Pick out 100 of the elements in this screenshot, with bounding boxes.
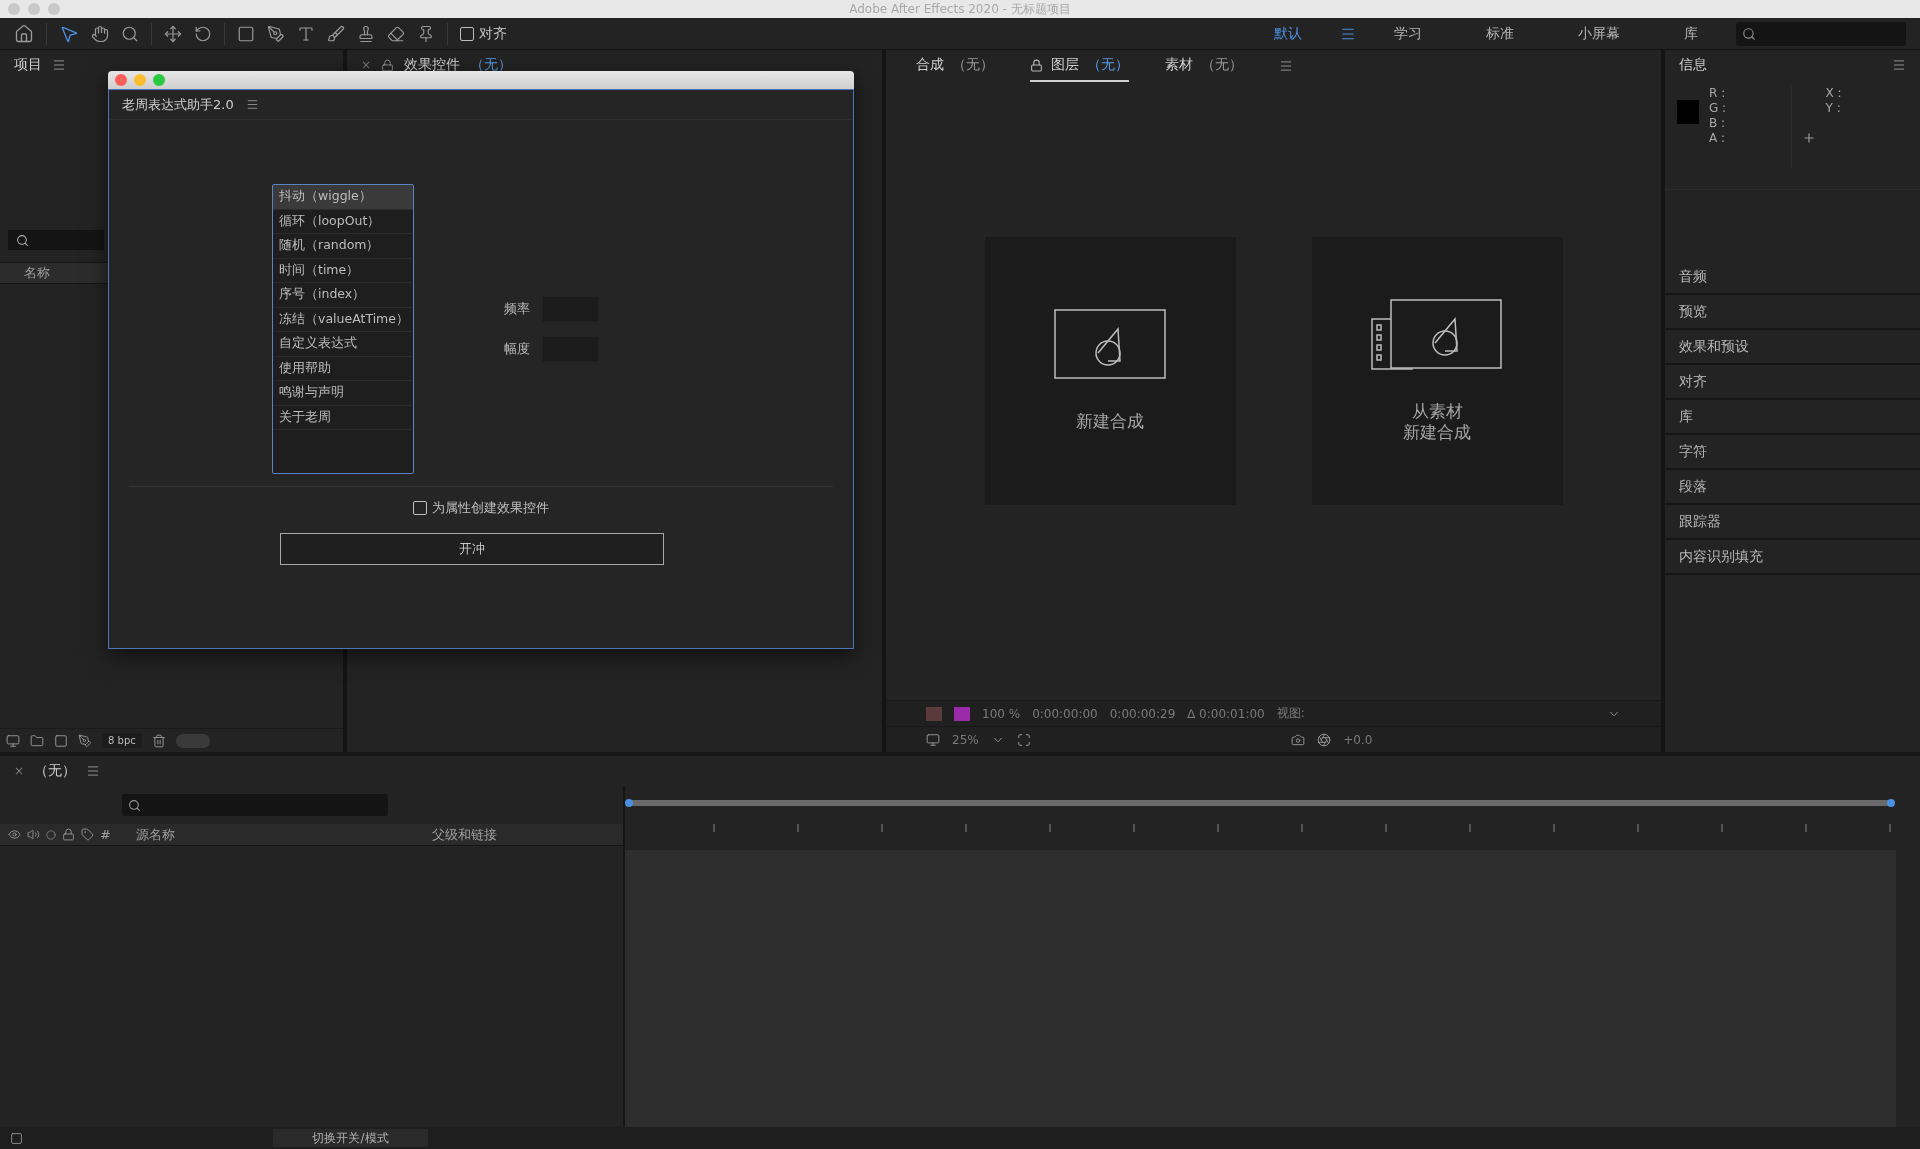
exposure-value[interactable]: +0.0	[1343, 732, 1373, 747]
color-sample	[1677, 100, 1699, 124]
crosshair-icon	[1801, 130, 1816, 145]
viewer-tab[interactable]: 合成 （无）	[916, 50, 994, 82]
column-header: 父级和链接	[432, 825, 497, 844]
panel-section[interactable]: 字符	[1665, 435, 1920, 470]
column-header: 名称	[24, 264, 50, 282]
list-item[interactable]: 鸣谢与声明	[273, 381, 413, 406]
camera-icon[interactable]	[1291, 732, 1306, 747]
menu-icon[interactable]	[245, 98, 259, 111]
viewer-tab[interactable]: 图层 （无）	[1030, 50, 1129, 82]
rectangle-tool-icon[interactable]	[237, 24, 255, 43]
effect-controls-checkbox[interactable]: 为属性创建效果控件	[413, 499, 549, 517]
bit-depth-label[interactable]: 8 bpc	[102, 733, 142, 748]
aperture-icon[interactable]	[1317, 732, 1332, 747]
menu-icon[interactable]	[1892, 58, 1906, 72]
rotate-tool-icon[interactable]	[194, 24, 212, 43]
panel-section[interactable]: 音频	[1665, 260, 1920, 295]
panel-section[interactable]: 段落	[1665, 470, 1920, 505]
monitor-icon[interactable]	[926, 732, 940, 747]
panel-title: 项目	[14, 56, 42, 74]
window-close-control[interactable]	[115, 74, 127, 86]
color-swatch[interactable]	[954, 706, 970, 721]
menu-icon[interactable]	[1279, 59, 1293, 73]
search-field[interactable]	[8, 230, 104, 250]
column-header: 源名称	[136, 825, 176, 844]
brush-tool-icon[interactable]	[327, 24, 345, 43]
list-item[interactable]: 时间（time）	[273, 258, 413, 283]
search-field[interactable]	[1736, 21, 1906, 46]
apply-button[interactable]: 开冲	[280, 533, 664, 565]
list-item[interactable]: 使用帮助	[273, 356, 413, 381]
list-item[interactable]: 循环（loopOut）	[273, 209, 413, 234]
panel-section[interactable]: 效果和预设	[1665, 330, 1920, 365]
list-item[interactable]: 关于老周	[273, 405, 413, 430]
folder-icon[interactable]	[30, 733, 44, 748]
tag-icon[interactable]	[81, 828, 94, 841]
toggle-switches-button[interactable]: 切换开关/模式	[273, 1129, 428, 1147]
film-shapes-icon	[1371, 298, 1503, 371]
move-tool-icon[interactable]	[164, 24, 182, 43]
position-label: X :	[1825, 86, 1843, 101]
eye-icon[interactable]	[8, 828, 21, 841]
dot-icon[interactable]	[46, 829, 56, 840]
channel-label: G :	[1709, 101, 1728, 116]
workspace-tab[interactable]: 学习	[1368, 24, 1448, 43]
speaker-icon[interactable]	[27, 828, 40, 841]
panel-section[interactable]: 内容识别填充	[1665, 540, 1920, 575]
field-label: 幅度	[504, 340, 530, 358]
channel-label: R :	[1709, 86, 1727, 101]
column-header: #	[100, 827, 112, 842]
workspace-tab[interactable]: 默认	[1248, 24, 1328, 43]
workspace-tab[interactable]: 小屏幕	[1552, 24, 1646, 43]
pin-tool-icon[interactable]	[417, 24, 435, 43]
search-icon	[16, 233, 29, 247]
panel-section[interactable]: 对齐	[1665, 365, 1920, 400]
card-label: 新建合成	[1076, 411, 1144, 433]
stamp-tool-icon[interactable]	[357, 24, 375, 43]
hand-tool-icon[interactable]	[91, 24, 109, 43]
panel-title: 效果控件	[404, 56, 461, 74]
panel-section[interactable]: 预览	[1665, 295, 1920, 330]
menu-icon[interactable]	[86, 764, 101, 778]
dialog-title: 老周表达式助手2.0	[122, 95, 234, 114]
workspace-tab[interactable]: 标准	[1460, 24, 1540, 43]
panel-section[interactable]: 跟踪器	[1665, 505, 1920, 540]
pen-tool-icon[interactable]	[267, 24, 285, 43]
out-point-time[interactable]: 0:00:00:29	[1109, 706, 1176, 721]
search-icon	[128, 798, 141, 812]
list-item[interactable]: 自定义表达式	[273, 332, 413, 357]
zoom-readout[interactable]: 100 %	[982, 706, 1021, 721]
in-point-time[interactable]: 0:00:00:00	[1032, 706, 1098, 721]
card-label: 从素材 新建合成	[1403, 400, 1471, 444]
list-item[interactable]: 随机（random）	[273, 234, 413, 259]
list-item[interactable]: 抖动（wiggle）	[273, 185, 413, 210]
field-label: 频率	[504, 300, 530, 318]
new-composition-card[interactable]: 从素材 新建合成	[1311, 237, 1563, 505]
panel-title: （无）	[34, 762, 77, 780]
menu-icon[interactable]	[52, 58, 66, 72]
viewer-tab[interactable]: 素材 （无）	[1165, 50, 1243, 82]
lock-icon[interactable]	[381, 58, 395, 72]
pen-icon[interactable]	[78, 733, 92, 748]
lock-icon[interactable]	[1030, 58, 1043, 72]
list-item[interactable]: 冻结（valueAtTime）	[273, 307, 413, 332]
eraser-tool-icon[interactable]	[387, 24, 405, 43]
close-icon[interactable]: ×	[14, 764, 25, 778]
color-swatch[interactable]	[926, 706, 942, 721]
search-field[interactable]	[122, 794, 388, 816]
zoom-tool-icon[interactable]	[121, 24, 139, 43]
duration-time: ∆ 0:00:01:00	[1187, 706, 1265, 721]
type-tool-icon[interactable]	[297, 24, 315, 43]
magnification-dropdown[interactable]: 25%	[952, 732, 979, 747]
new-composition-card[interactable]: 新建合成	[984, 237, 1236, 505]
workspace-tab[interactable]: 库	[1658, 24, 1724, 43]
home-icon[interactable]	[14, 23, 34, 44]
align-checkbox[interactable]: 对齐	[460, 24, 507, 43]
trash-icon[interactable]	[151, 733, 166, 748]
search-icon	[1742, 26, 1756, 41]
shapes-icon	[1054, 309, 1166, 382]
list-item[interactable]: 序号（index）	[273, 283, 413, 308]
frame-icon[interactable]	[1016, 732, 1031, 747]
panel-section[interactable]: 库	[1665, 400, 1920, 435]
panel-subtitle: （无）	[470, 56, 513, 74]
